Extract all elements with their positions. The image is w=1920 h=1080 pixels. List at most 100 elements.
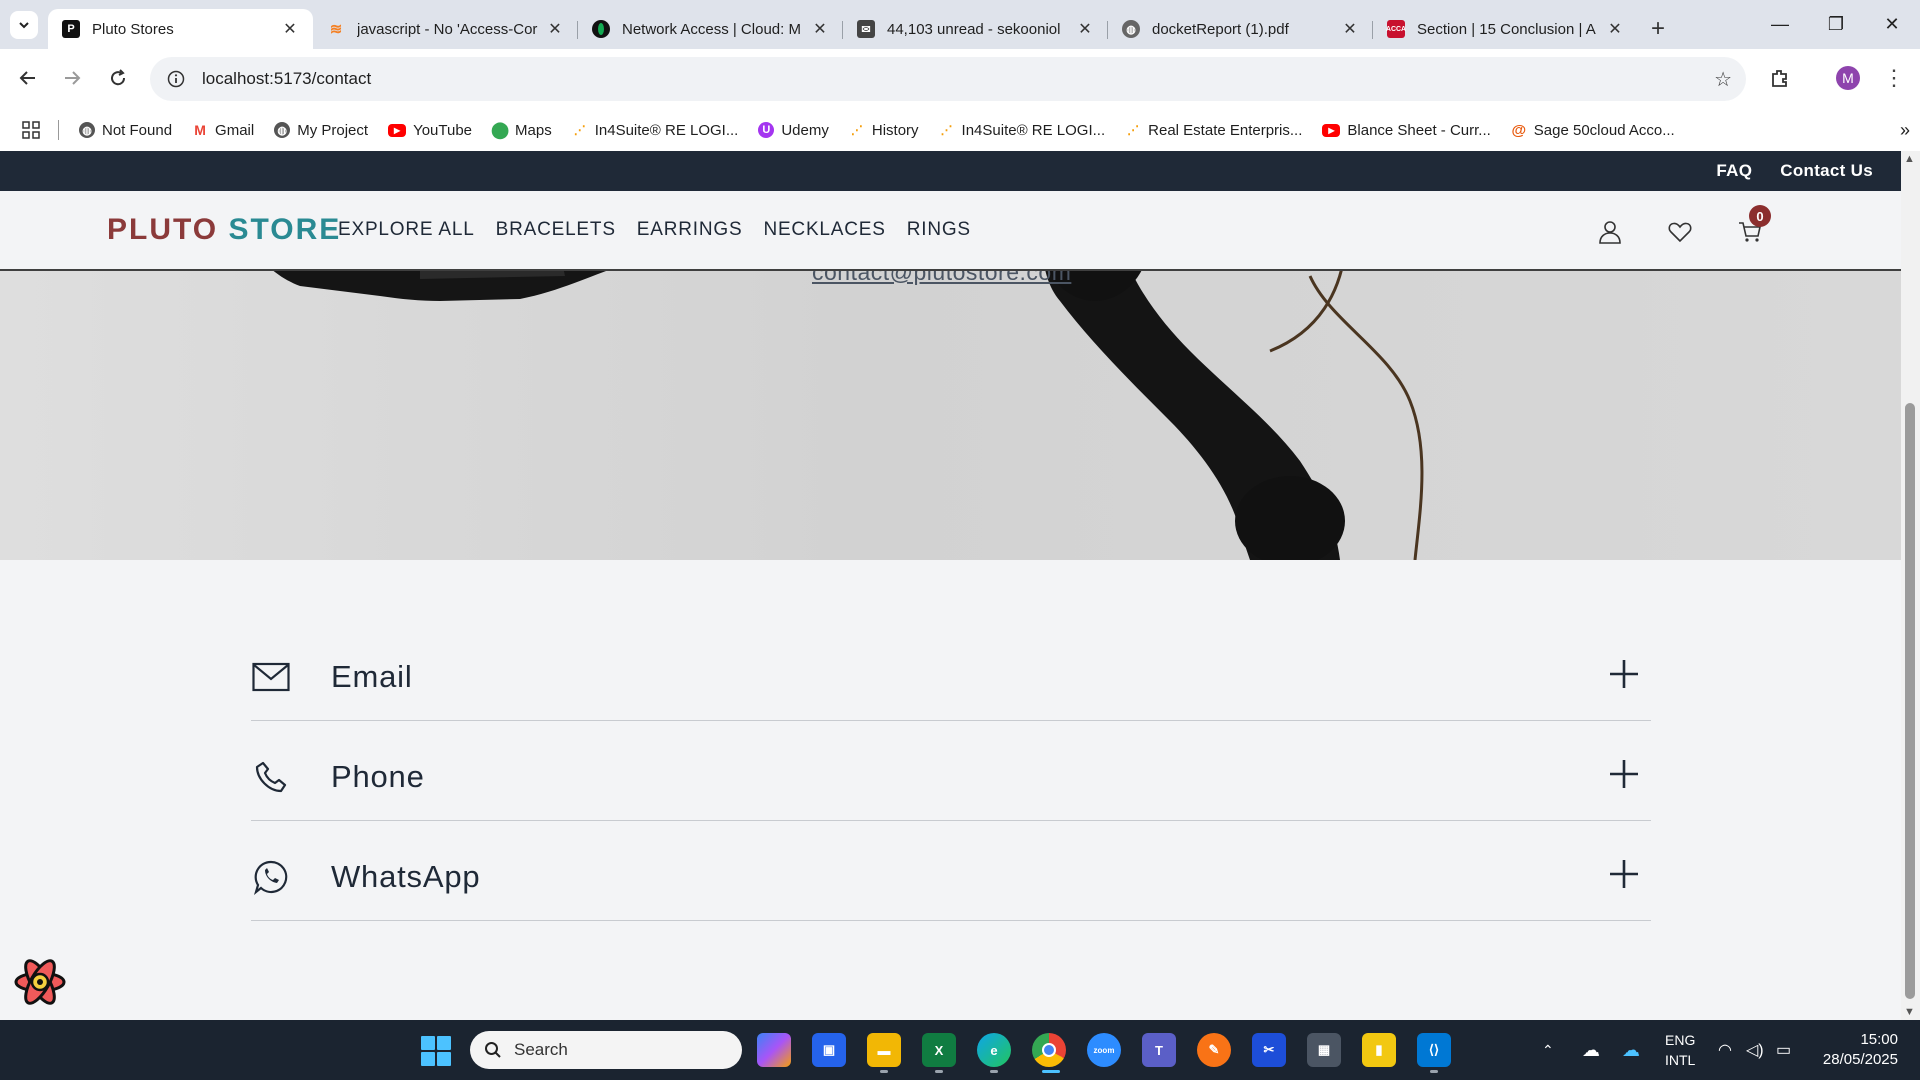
bookmark-label: Sage 50cloud Acco... bbox=[1533, 121, 1675, 139]
window-close-icon[interactable]: ✕ bbox=[1864, 0, 1920, 49]
bookmark-item[interactable]: ⋰ Real Estate Enterpris... bbox=[1125, 122, 1302, 139]
tab-acca[interactable]: ACCA Section | 15 Conclusion | A ✕ bbox=[1373, 9, 1638, 49]
main-navbar: PLUTO STORE EXPLORE ALL BRACELETS EARRIN… bbox=[0, 191, 1901, 271]
accordion-item-whatsapp[interactable]: WhatsApp bbox=[251, 821, 1651, 921]
address-bar[interactable]: localhost:5173/contact ☆ bbox=[150, 57, 1746, 101]
url-text[interactable]: localhost:5173/contact bbox=[202, 69, 371, 89]
taskbar-search[interactable]: Search bbox=[470, 1031, 742, 1069]
plus-icon[interactable] bbox=[1607, 757, 1641, 791]
user-icon[interactable] bbox=[1593, 215, 1627, 249]
bookmark-item[interactable]: ⋰ History bbox=[849, 122, 919, 139]
bookmark-item[interactable]: ⋰ In4Suite® RE LOGI... bbox=[939, 122, 1106, 139]
bookmark-item[interactable]: ▶ YouTube bbox=[388, 122, 472, 139]
excel-icon[interactable]: X bbox=[922, 1033, 956, 1067]
windows-start-icon[interactable] bbox=[421, 1036, 451, 1066]
close-icon[interactable]: ✕ bbox=[811, 19, 829, 39]
plus-icon[interactable] bbox=[1607, 657, 1641, 691]
store-logo[interactable]: PLUTO STORE bbox=[107, 213, 341, 247]
tray-overflow-icon[interactable]: ⌃ bbox=[1542, 1020, 1554, 1080]
reload-icon[interactable] bbox=[102, 62, 134, 94]
tab-stackoverflow[interactable]: ≋ javascript - No 'Access-Cor ✕ bbox=[313, 9, 578, 49]
heart-icon[interactable] bbox=[1663, 215, 1697, 249]
bookmark-item[interactable]: U Udemy bbox=[758, 122, 829, 139]
bookmark-item[interactable]: @ Sage 50cloud Acco... bbox=[1511, 121, 1675, 139]
input-language[interactable]: ENG INTL bbox=[1665, 1030, 1695, 1070]
postman-icon[interactable]: ✎ bbox=[1197, 1033, 1231, 1067]
in4suite-icon: ⋰ bbox=[940, 123, 953, 137]
plus-icon[interactable] bbox=[1607, 857, 1641, 891]
keyboard-layout: INTL bbox=[1665, 1052, 1696, 1068]
faq-link[interactable]: FAQ bbox=[1716, 161, 1752, 181]
snipping-tool-icon[interactable]: ✂ bbox=[1252, 1033, 1286, 1067]
tab-title: Pluto Stores bbox=[92, 20, 174, 38]
page-scrollbar[interactable]: ▲ ▼ bbox=[1901, 151, 1920, 1020]
vscode-icon[interactable]: ⟨⟩ bbox=[1417, 1033, 1451, 1067]
nav-explore-all[interactable]: EXPLORE ALL bbox=[338, 219, 475, 241]
wifi-icon[interactable]: ◠ bbox=[1718, 1020, 1732, 1080]
scrollbar-thumb[interactable] bbox=[1905, 403, 1915, 999]
new-tab-button[interactable]: + bbox=[1638, 9, 1678, 49]
bookmark-label: Blance Sheet - Curr... bbox=[1347, 121, 1491, 139]
forward-arrow-icon[interactable] bbox=[56, 62, 88, 94]
tab-mongodb[interactable]: Network Access | Cloud: M ✕ bbox=[578, 9, 843, 49]
top-info-bar: FAQ Contact Us bbox=[0, 151, 1901, 191]
calculator-icon[interactable]: ▦ bbox=[1307, 1033, 1341, 1067]
volume-icon[interactable]: ◁) bbox=[1746, 1020, 1764, 1080]
battery-icon[interactable]: ▭ bbox=[1776, 1020, 1791, 1080]
react-devtools-icon[interactable] bbox=[13, 955, 67, 1009]
zoom-icon[interactable]: zoom bbox=[1087, 1033, 1121, 1067]
tab-pluto-stores[interactable]: P Pluto Stores ✕ bbox=[48, 9, 313, 49]
bookmark-item[interactable]: ⬤ Maps bbox=[491, 122, 552, 140]
bookmark-star-icon[interactable]: ☆ bbox=[1714, 67, 1732, 92]
edge-icon[interactable]: e bbox=[977, 1033, 1011, 1067]
bookmark-label: Gmail bbox=[215, 121, 255, 139]
scroll-down-icon[interactable]: ▼ bbox=[1904, 1006, 1915, 1018]
accordion-item-email[interactable]: Email bbox=[251, 621, 1651, 721]
accordion-item-phone[interactable]: Phone bbox=[251, 721, 1651, 821]
contact-accordion: Email Phone WhatsApp bbox=[251, 621, 1651, 921]
minimize-icon[interactable]: — bbox=[1752, 0, 1808, 49]
more-menu-icon[interactable]: ⋮ bbox=[1878, 62, 1910, 94]
file-explorer-icon[interactable]: ▬ bbox=[867, 1033, 901, 1067]
restore-icon[interactable]: ❐ bbox=[1808, 0, 1864, 49]
nav-bracelets[interactable]: BRACELETS bbox=[496, 219, 616, 241]
close-icon[interactable]: ✕ bbox=[1341, 19, 1359, 39]
teams-icon[interactable]: T bbox=[1142, 1033, 1176, 1067]
nav-earrings[interactable]: EARRINGS bbox=[637, 219, 743, 241]
copilot-icon[interactable] bbox=[757, 1033, 791, 1067]
maps-icon: ⬤ bbox=[491, 122, 509, 139]
tab-docket-report[interactable]: ◍ docketReport (1).pdf ✕ bbox=[1108, 9, 1373, 49]
nav-necklaces[interactable]: NECKLACES bbox=[763, 219, 885, 241]
profile-avatar[interactable]: M bbox=[1832, 62, 1864, 94]
page-viewport: contact@plutostore.com FAQ Contact Us PL… bbox=[0, 151, 1901, 1020]
bookmark-item[interactable]: ⋰ In4Suite® RE LOGI... bbox=[572, 122, 739, 139]
contact-us-link[interactable]: Contact Us bbox=[1780, 161, 1873, 181]
system-clock[interactable]: 15:00 28/05/2025 bbox=[1823, 1030, 1898, 1070]
nav-rings[interactable]: RINGS bbox=[907, 219, 971, 241]
remote-desktop-icon[interactable]: ▣ bbox=[812, 1033, 846, 1067]
more-bookmarks-icon[interactable]: » bbox=[1900, 120, 1910, 141]
bookmarks-bar: ◍ Not Found M Gmail ◍ My Project ▶ YouTube ⬤… bbox=[0, 109, 1920, 151]
scroll-up-icon[interactable]: ▲ bbox=[1904, 153, 1915, 165]
extensions-icon[interactable] bbox=[1764, 62, 1796, 94]
apps-grid-icon[interactable] bbox=[22, 121, 40, 139]
sage-icon: @ bbox=[1511, 121, 1527, 139]
close-icon[interactable]: ✕ bbox=[546, 19, 564, 39]
back-arrow-icon[interactable] bbox=[12, 62, 44, 94]
onedrive-icon[interactable]: ☁ bbox=[1622, 1020, 1640, 1080]
tab-search-button[interactable] bbox=[10, 11, 38, 39]
close-icon[interactable]: ✕ bbox=[1606, 19, 1624, 39]
site-info-icon[interactable] bbox=[156, 57, 196, 101]
close-icon[interactable]: ✕ bbox=[1076, 19, 1094, 39]
bookmark-item[interactable]: ▶ Blance Sheet - Curr... bbox=[1322, 121, 1491, 139]
bookmark-item[interactable]: M Gmail bbox=[192, 122, 254, 139]
pluto-favicon: P bbox=[62, 20, 80, 38]
cloud-sync-icon[interactable]: ☁ bbox=[1582, 1020, 1600, 1080]
close-icon[interactable]: ✕ bbox=[281, 19, 299, 39]
tab-mail[interactable]: ✉ 44,103 unread - sekooniol ✕ bbox=[843, 9, 1108, 49]
power-bi-icon[interactable]: ▮ bbox=[1362, 1033, 1396, 1067]
bookmark-item[interactable]: ◍ My Project bbox=[274, 122, 368, 139]
chrome-icon[interactable] bbox=[1032, 1033, 1066, 1067]
bookmark-item[interactable]: ◍ Not Found bbox=[79, 122, 172, 139]
cart-icon[interactable]: 0 bbox=[1733, 205, 1771, 249]
